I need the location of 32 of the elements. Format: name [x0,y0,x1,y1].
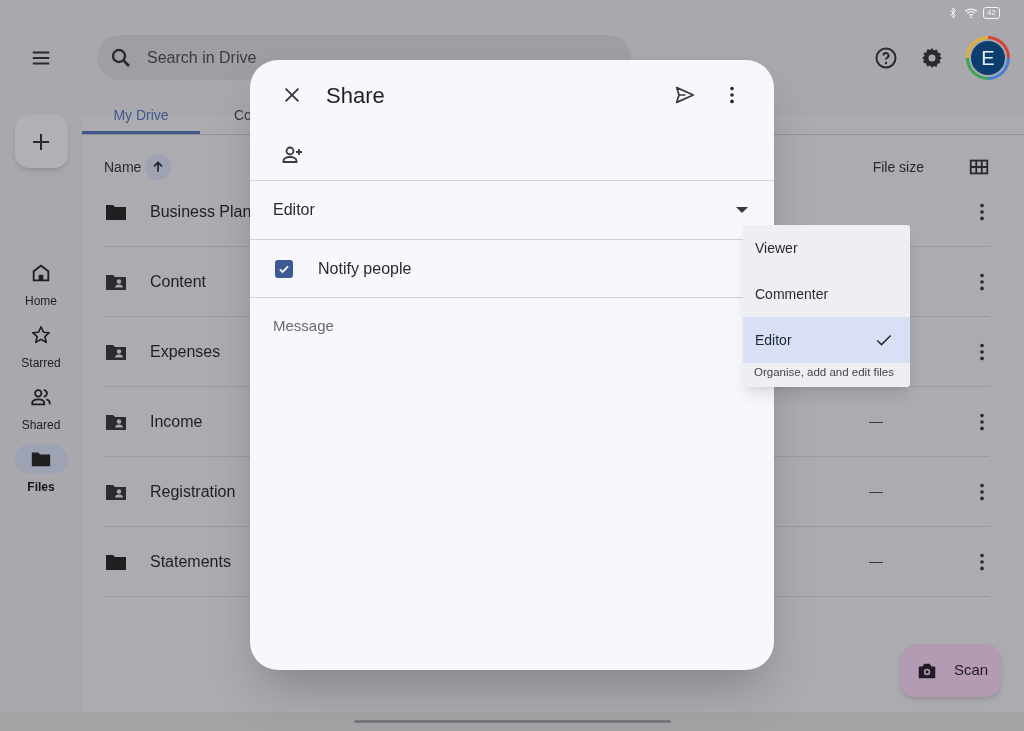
menu-item-description: Organise, add and edit files [753,365,895,380]
help-icon[interactable] [874,45,898,70]
avatar[interactable]: E [966,35,1010,80]
folder-name[interactable]: Content [150,269,207,294]
menu-item[interactable]: Commenter [743,271,910,317]
new-button[interactable] [14,115,68,168]
folder-name[interactable]: Expenses [150,339,221,364]
folder-name[interactable]: Statements [150,549,231,574]
scan-button[interactable]: Scan [900,644,1001,697]
star-icon [30,324,52,346]
column-header[interactable]: File size [872,156,924,178]
home-icon [30,262,52,284]
sort-button[interactable] [145,154,172,180]
send-icon[interactable] [674,84,696,106]
column-header[interactable]: Name [104,156,142,178]
file-size: — [869,412,883,431]
checkbox[interactable] [275,259,293,278]
battery-icon: 42 [983,7,1000,19]
checkbox-label[interactable]: Notify people [318,256,412,281]
menu-item[interactable]: Editor [743,317,910,363]
folder-name[interactable]: Registration [150,479,236,504]
people-icon [30,386,52,408]
nav-item[interactable]: Shared [11,382,71,434]
folder-name[interactable]: Business Plan [150,199,252,224]
nav-item[interactable]: Home [11,258,71,310]
nav-item[interactable]: Starred [11,320,71,372]
file-size: — [869,482,883,501]
folder-name[interactable]: Income [150,409,203,434]
wifi-icon [964,6,979,20]
dialog-title: Share [326,81,385,110]
caret-icon [736,207,748,213]
file-size: — [869,552,883,571]
